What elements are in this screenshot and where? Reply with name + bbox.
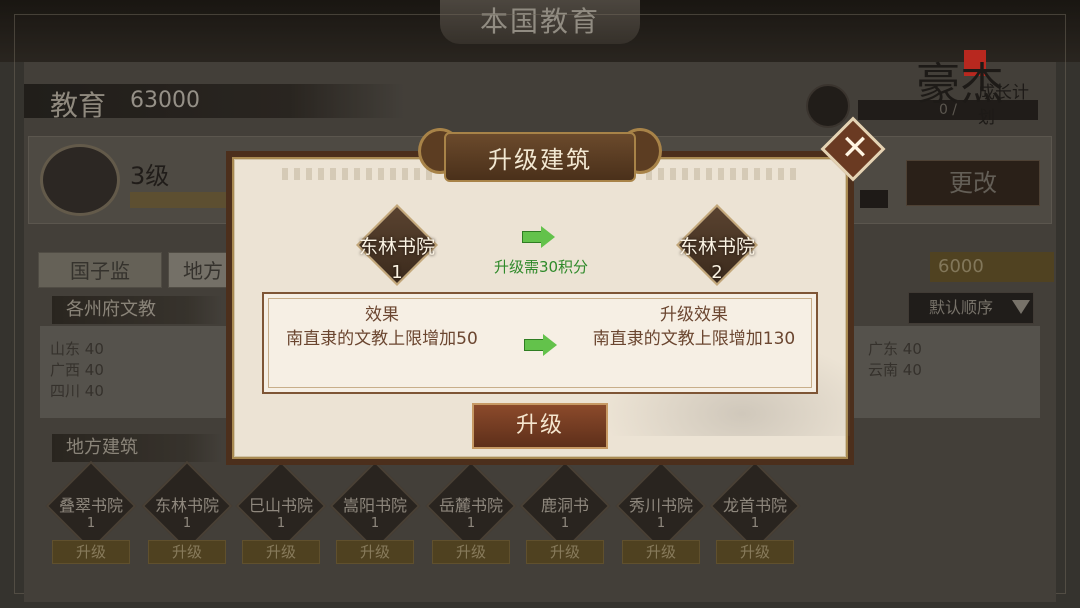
- arrow-right-icon: [524, 334, 558, 356]
- current-building-level: 1: [391, 262, 403, 283]
- logo-sub: 成长计划: [978, 83, 1029, 128]
- game-screen: 本国教育 教育 63000 3级 更改 国子监 地方 6000 各州府文教 默认…: [0, 0, 1080, 608]
- next-building-level: 2: [711, 262, 723, 283]
- game-logo[interactable]: 豪杰 成长计划: [916, 44, 1044, 128]
- fret-ornament: [646, 168, 798, 180]
- upgrade-button-confirm[interactable]: 升级: [472, 403, 608, 449]
- upgrade-effect-text: 南直隶的文教上限增加130: [592, 329, 796, 349]
- upgrade-effect-title: 升级效果: [660, 305, 728, 325]
- current-building-name: 东林书院: [358, 236, 435, 258]
- close-icon[interactable]: ✕: [840, 124, 870, 172]
- dialog-title: 升级建筑: [488, 146, 592, 174]
- effect-title: 效果: [365, 305, 399, 325]
- effect-text: 南直隶的文教上限增加50: [286, 329, 478, 349]
- arrow-right-icon: [522, 226, 556, 248]
- next-building-name: 东林书院: [678, 236, 755, 258]
- fret-ornament: [282, 168, 434, 180]
- upgrade-cost: 升级需30积分: [493, 258, 589, 276]
